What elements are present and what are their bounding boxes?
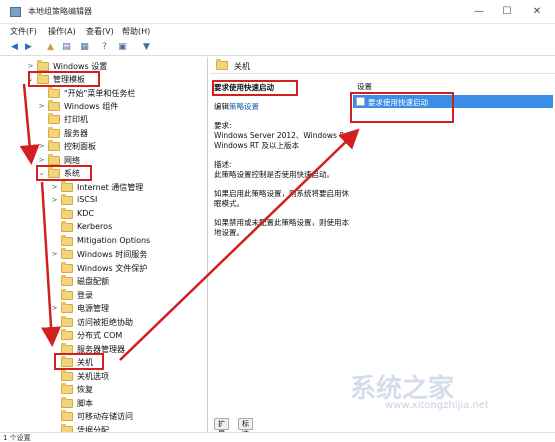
watermark-url: www.xitongzhijia.net [385, 400, 489, 411]
arrow-to-setting [119, 128, 360, 361]
annotation-arrows [19, 83, 360, 361]
arrow-to-system [19, 83, 40, 165]
arrow-to-shutdown [40, 181, 62, 347]
